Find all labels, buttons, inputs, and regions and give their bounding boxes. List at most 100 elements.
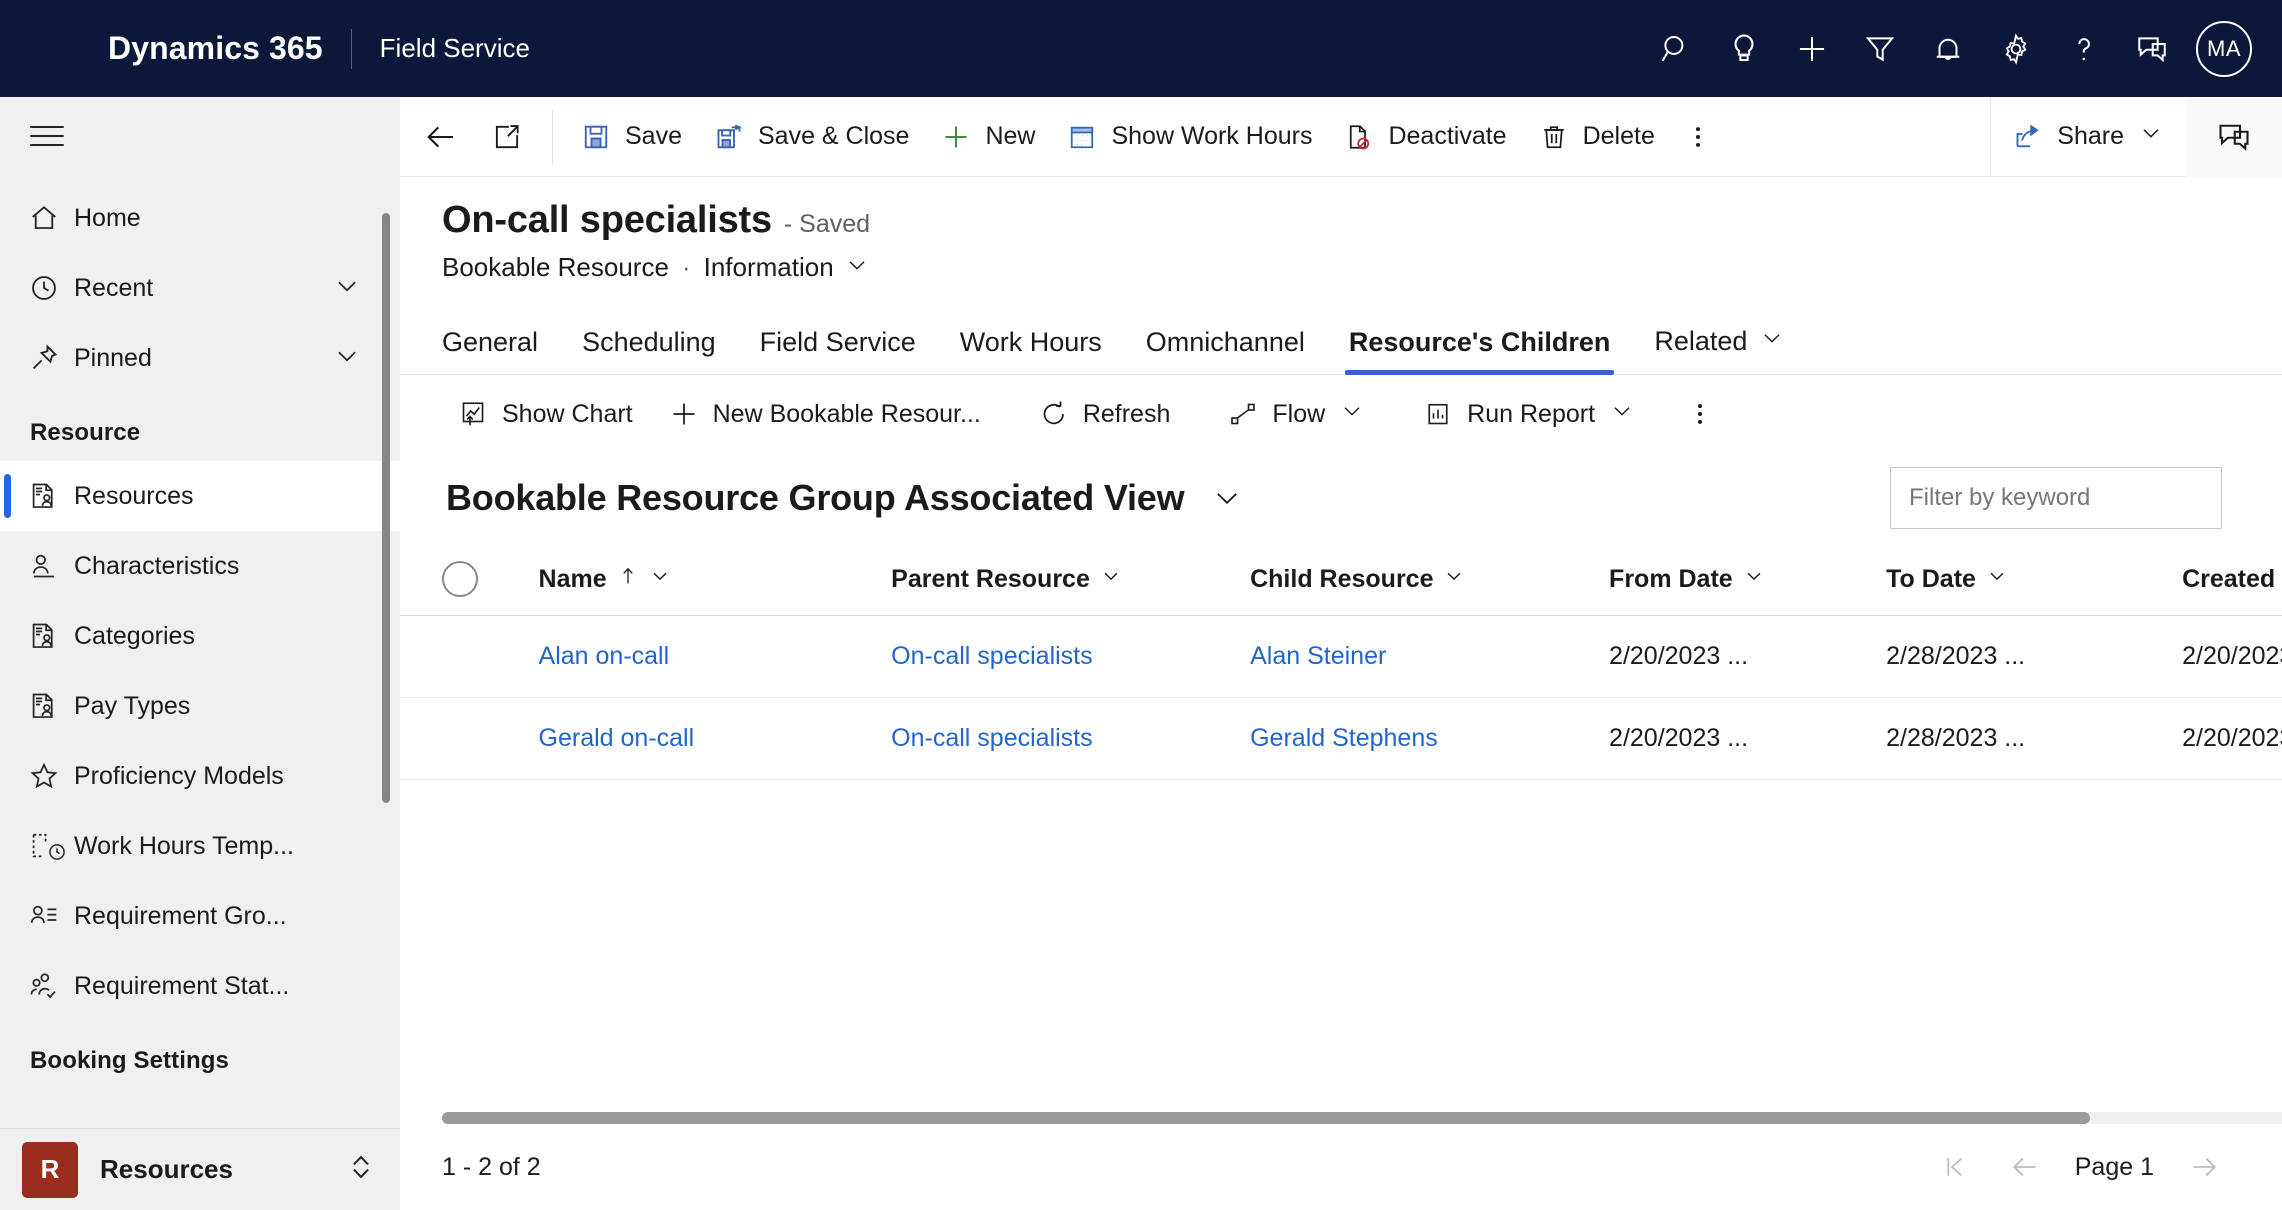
deactivate-button[interactable]: Deactivate xyxy=(1328,107,1522,167)
sidebar-item-proficiency-models[interactable]: Proficiency Models xyxy=(0,741,400,811)
cell-parent-resource[interactable]: On-call specialists xyxy=(891,615,1251,698)
sidebar-scrollbar-thumb[interactable] xyxy=(382,213,390,803)
column-header-name[interactable]: Name xyxy=(538,547,892,616)
search-icon[interactable] xyxy=(1642,15,1710,83)
select-all-header[interactable] xyxy=(400,547,539,616)
cell-name[interactable]: Gerald on-call xyxy=(538,697,892,780)
column-header-to-date[interactable]: To Date xyxy=(1886,547,2183,616)
table-row[interactable]: Gerald on-call On-call specialists Geral… xyxy=(400,697,2282,780)
delete-button[interactable]: Delete xyxy=(1523,107,1671,167)
more-vertical-icon[interactable] xyxy=(1671,107,1725,167)
share-button[interactable]: Share xyxy=(1991,107,2186,167)
run-report-button[interactable]: Run Report xyxy=(1407,385,1651,443)
cell-name[interactable]: Alan on-call xyxy=(538,615,892,698)
tab-resources-children[interactable]: Resource's Children xyxy=(1327,327,1633,375)
show-work-hours-button[interactable]: Show Work Hours xyxy=(1051,107,1328,167)
tab-work-hours[interactable]: Work Hours xyxy=(938,327,1124,374)
app-name[interactable]: Field Service xyxy=(380,33,530,64)
hamburger-menu-icon[interactable] xyxy=(0,97,400,175)
column-header-child-resource[interactable]: Child Resource xyxy=(1250,547,1610,616)
grid-horizontal-scrollbar[interactable] xyxy=(400,1112,2282,1124)
flow-button[interactable]: Flow xyxy=(1212,385,1381,443)
row-parent-resource-link[interactable]: On-call specialists xyxy=(891,642,1092,670)
tab-scheduling[interactable]: Scheduling xyxy=(560,327,738,374)
sidebar-item-requirement-status[interactable]: Requirement Stat... xyxy=(0,951,400,1021)
row-parent-resource-link[interactable]: On-call specialists xyxy=(891,724,1092,752)
filter-by-keyword-box[interactable] xyxy=(1890,467,2222,529)
question-icon[interactable] xyxy=(2050,15,2118,83)
sidebar-item-categories[interactable]: Categories xyxy=(0,601,400,671)
show-chart-button[interactable]: Show Chart xyxy=(442,385,649,443)
chevron-down-icon[interactable] xyxy=(2138,120,2164,153)
gear-icon[interactable] xyxy=(1982,15,2050,83)
form-selector-label[interactable]: Information xyxy=(704,252,834,283)
tab-general[interactable]: General xyxy=(442,327,560,374)
chevron-down-icon[interactable] xyxy=(649,565,671,594)
sidebar-item-work-hours-templates[interactable]: Work Hours Temp... xyxy=(0,811,400,881)
cell-child-resource[interactable]: Gerald Stephens xyxy=(1250,697,1610,780)
previous-page-icon[interactable] xyxy=(2005,1147,2045,1187)
filter-icon[interactable] xyxy=(1846,15,1914,83)
avatar[interactable]: MA xyxy=(2196,20,2252,77)
save-button[interactable]: Save xyxy=(565,107,698,167)
next-page-icon[interactable] xyxy=(2184,1147,2224,1187)
chevron-down-icon[interactable] xyxy=(1443,565,1465,594)
chevron-down-icon[interactable] xyxy=(1743,565,1765,594)
chevron-down-icon[interactable] xyxy=(332,271,362,306)
more-vertical-icon[interactable] xyxy=(1673,384,1727,444)
sidebar-item-pinned[interactable]: Pinned xyxy=(0,323,400,393)
tab-related[interactable]: Related xyxy=(1632,325,1807,374)
bell-icon[interactable] xyxy=(1914,15,1982,83)
refresh-button[interactable]: Refresh xyxy=(1023,385,1187,443)
chat-icon[interactable] xyxy=(2186,96,2282,177)
chevron-down-icon[interactable] xyxy=(1609,398,1635,431)
tab-omnichannel[interactable]: Omnichannel xyxy=(1124,327,1327,374)
grid-scrollbar-thumb[interactable] xyxy=(442,1112,2090,1124)
column-header-from-date[interactable]: From Date xyxy=(1609,547,1887,616)
back-arrow-icon[interactable] xyxy=(408,107,474,167)
row-child-resource-link[interactable]: Gerald Stephens xyxy=(1250,724,1438,752)
chevron-up-down-icon[interactable] xyxy=(344,1150,378,1189)
column-header-parent-resource[interactable]: Parent Resource xyxy=(891,547,1251,616)
chevron-down-icon[interactable] xyxy=(332,341,362,376)
chevron-down-icon[interactable] xyxy=(844,252,870,283)
area-switcher[interactable]: R Resources xyxy=(0,1128,400,1210)
search-input[interactable] xyxy=(1909,484,2203,512)
sidebar-item-recent[interactable]: Recent xyxy=(0,253,400,323)
select-all-checkbox[interactable] xyxy=(442,561,478,597)
sidebar-item-requirement-groups[interactable]: Requirement Gro... xyxy=(0,881,400,951)
feedback-icon[interactable] xyxy=(2118,15,2186,83)
sidebar-item-home[interactable]: Home xyxy=(0,183,400,253)
cell-child-resource[interactable]: Alan Steiner xyxy=(1250,615,1610,698)
brand-title[interactable]: Dynamics 365 xyxy=(108,30,323,67)
row-name-link[interactable]: Alan on-call xyxy=(539,642,670,670)
table-row[interactable]: Alan on-call On-call specialists Alan St… xyxy=(400,615,2282,698)
chevron-down-icon[interactable] xyxy=(1100,565,1122,594)
lightbulb-icon[interactable] xyxy=(1710,15,1778,83)
chevron-down-icon[interactable] xyxy=(1210,481,1244,515)
sidebar-item-characteristics[interactable]: Characteristics xyxy=(0,531,400,601)
chevron-down-icon[interactable] xyxy=(1986,565,2008,594)
first-page-icon[interactable] xyxy=(1935,1147,1975,1187)
grid-scrollbar-track[interactable] xyxy=(442,1112,2282,1124)
row-name-link[interactable]: Gerald on-call xyxy=(539,724,695,752)
row-child-resource-link[interactable]: Alan Steiner xyxy=(1250,642,1386,670)
cell-parent-resource[interactable]: On-call specialists xyxy=(891,697,1251,780)
new-button[interactable]: New xyxy=(925,107,1051,167)
sidebar-scrollbar[interactable] xyxy=(382,185,390,1128)
new-bookable-resource-button[interactable]: New Bookable Resour... xyxy=(653,385,997,443)
save-and-close-button[interactable]: Save & Close xyxy=(698,107,925,167)
sidebar-item-label: Work Hours Temp... xyxy=(74,831,294,860)
tab-field-service[interactable]: Field Service xyxy=(738,327,938,374)
row-select-cell[interactable] xyxy=(400,697,539,780)
plus-icon[interactable] xyxy=(1778,15,1846,83)
chevron-down-icon[interactable] xyxy=(1339,398,1365,431)
sidebar-item-resources[interactable]: Resources xyxy=(0,461,400,531)
sidebar-item-pay-types[interactable]: Pay Types xyxy=(0,671,400,741)
column-header-created-on[interactable]: Created On xyxy=(2182,547,2282,616)
view-selector-label[interactable]: Bookable Resource Group Associated View xyxy=(446,477,1185,519)
grid-table: Name Parent Resource Child Resource From… xyxy=(400,547,2282,780)
chevron-down-icon[interactable] xyxy=(1759,325,1785,358)
popout-icon[interactable] xyxy=(474,107,540,167)
row-select-cell[interactable] xyxy=(400,615,539,698)
